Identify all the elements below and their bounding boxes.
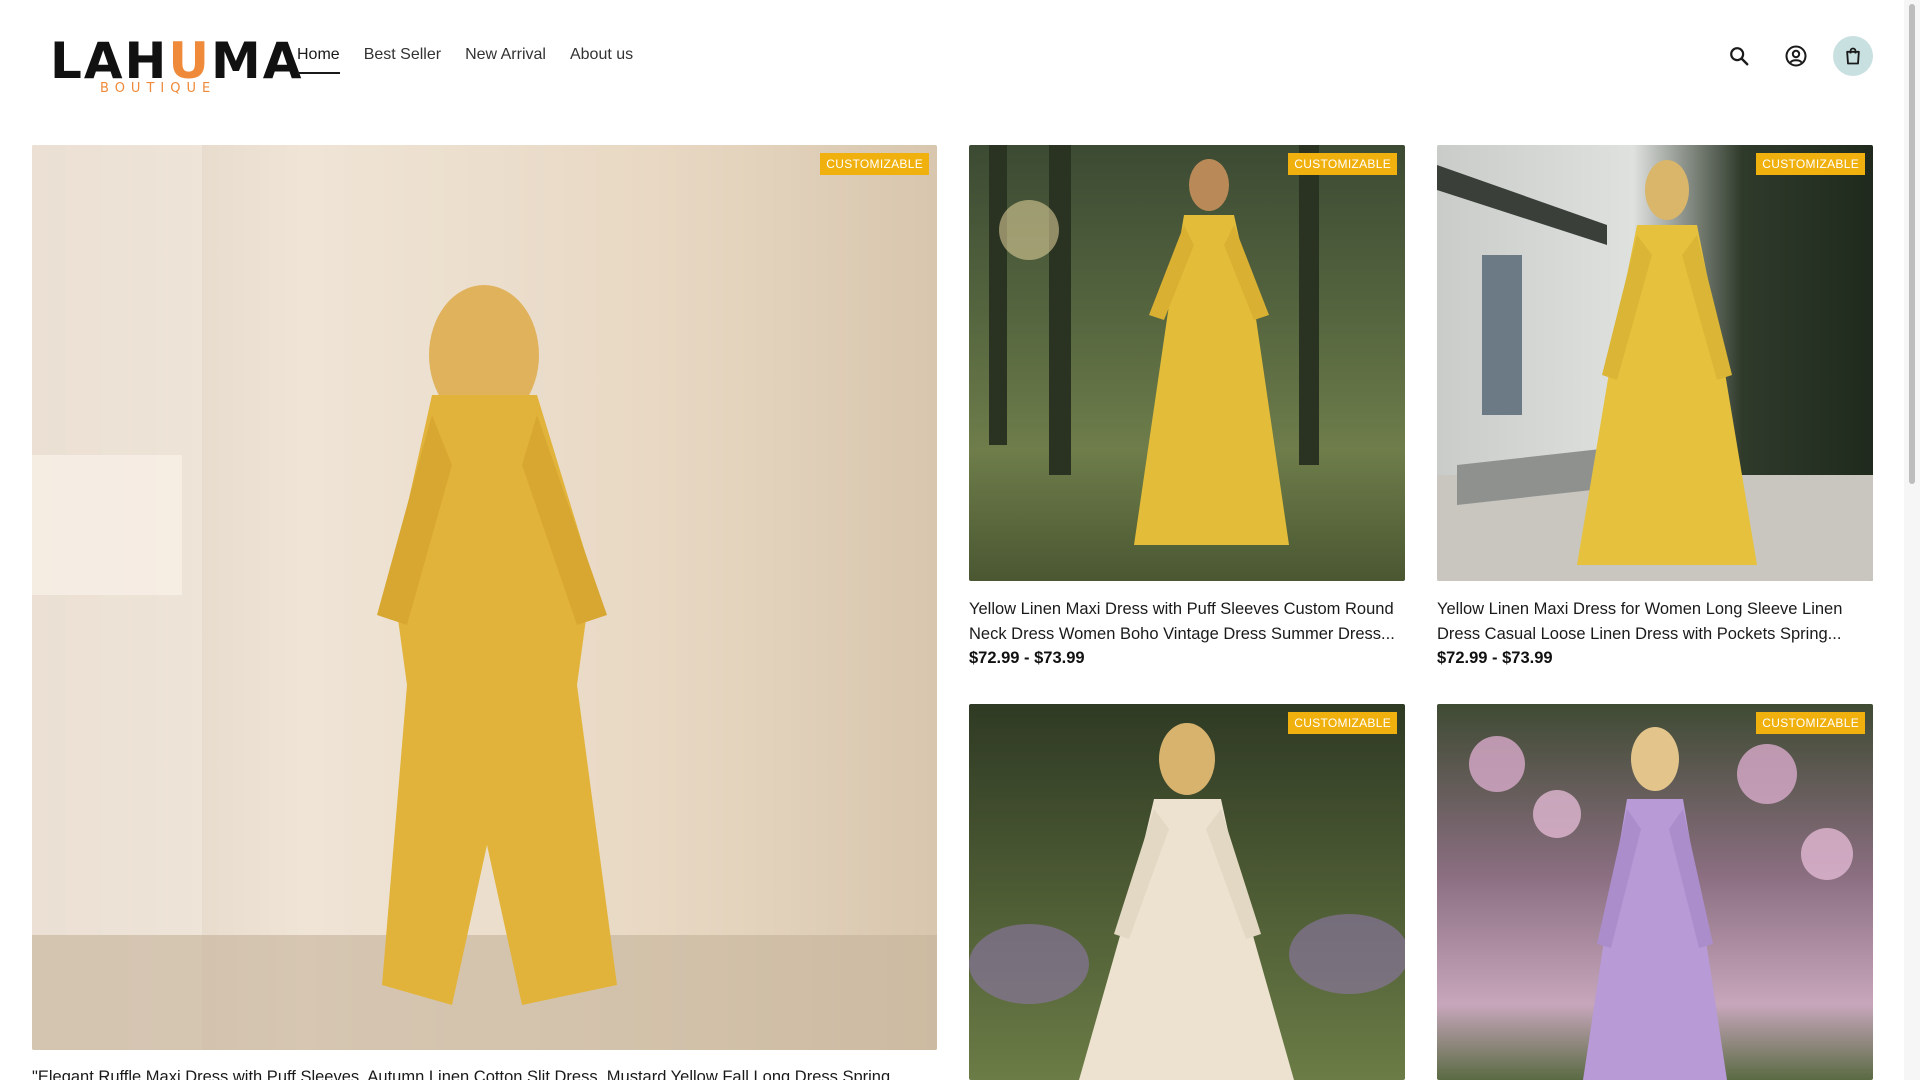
product-title-featured[interactable]: "Elegant Ruffle Maxi Dress with Puff Sle… — [32, 1065, 937, 1080]
logo-subtitle: BOUTIQUE — [100, 81, 217, 96]
main-nav: Home Best Seller New Arrival About us — [297, 46, 633, 74]
product-title-2[interactable]: Yellow Linen Maxi Dress with Puff Sleeve… — [969, 597, 1409, 647]
brand-logo[interactable]: LAHUMA BOUTIQUE — [50, 36, 301, 96]
product-title-3[interactable]: Yellow Linen Maxi Dress for Women Long S… — [1437, 597, 1877, 647]
product-image-featured[interactable]: CUSTOMIZABLE — [32, 145, 937, 1050]
product-image-5[interactable]: CUSTOMIZABLE — [1437, 704, 1873, 1080]
customizable-badge: CUSTOMIZABLE — [820, 153, 929, 175]
search-icon — [1730, 47, 1749, 66]
nav-new-arrival[interactable]: New Arrival — [465, 46, 546, 74]
customizable-badge: CUSTOMIZABLE — [1288, 153, 1397, 175]
search-button[interactable] — [1719, 36, 1759, 76]
shopping-bag-icon — [1846, 47, 1860, 65]
product-image-3[interactable]: CUSTOMIZABLE — [1437, 145, 1873, 581]
customizable-badge: CUSTOMIZABLE — [1756, 712, 1865, 734]
logo-wordmark: LAHUMA — [50, 32, 304, 90]
site-header: LAHUMA BOUTIQUE Home Best Seller New Arr… — [0, 0, 1904, 112]
scrollbar-thumb[interactable] — [1909, 4, 1915, 484]
account-button[interactable] — [1776, 36, 1816, 76]
customizable-badge: CUSTOMIZABLE — [1756, 153, 1865, 175]
dress-illustration — [989, 145, 1319, 545]
product-price-2: $72.99 - $73.99 — [969, 649, 1085, 667]
dress-illustration — [32, 145, 937, 1050]
nav-home[interactable]: Home — [297, 46, 340, 74]
product-image-4[interactable]: CUSTOMIZABLE — [969, 704, 1405, 1080]
nav-about-us[interactable]: About us — [570, 46, 633, 74]
page-scrollbar[interactable] — [1904, 0, 1920, 1080]
user-circle-icon — [1785, 45, 1807, 67]
dress-illustration — [1469, 727, 1853, 1080]
dress-illustration — [969, 723, 1405, 1080]
product-image-2[interactable]: CUSTOMIZABLE — [969, 145, 1405, 581]
customizable-badge: CUSTOMIZABLE — [1288, 712, 1397, 734]
dress-illustration — [1437, 160, 1873, 581]
product-price-3: $72.99 - $73.99 — [1437, 649, 1553, 667]
cart-button[interactable] — [1833, 36, 1873, 76]
nav-best-seller[interactable]: Best Seller — [364, 46, 441, 74]
